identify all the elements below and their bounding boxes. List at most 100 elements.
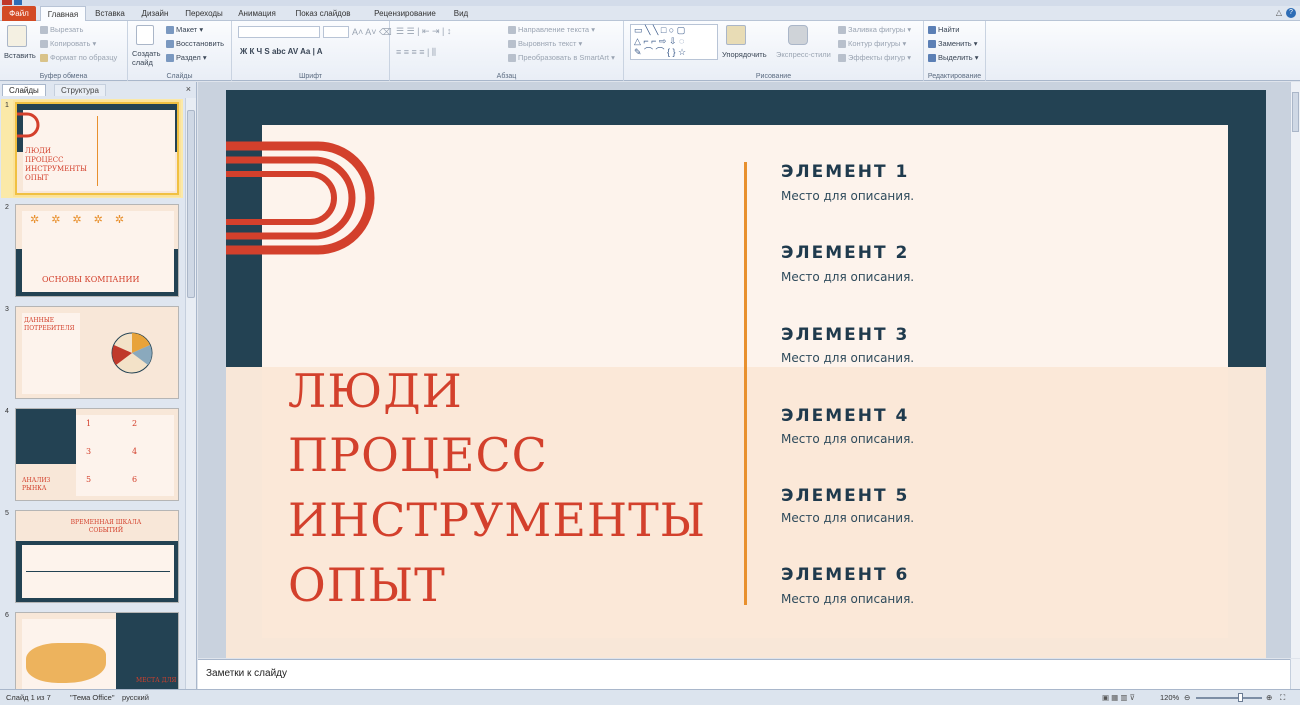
cut-button[interactable]: Вырезать	[40, 25, 83, 35]
quick-styles-button[interactable]: Экспресс-стили	[776, 50, 831, 59]
slide-divider-line	[744, 162, 747, 605]
thumb-num: 5	[86, 475, 92, 484]
item-1-desc[interactable]: Место для описания.	[781, 189, 914, 203]
notes-scrollbar[interactable]	[1290, 659, 1300, 689]
slide-thumbnail-3[interactable]: ДАННЫЕ ПОТРЕБИТЕЛЯ	[15, 306, 179, 399]
section-button[interactable]: Раздел ▾	[166, 53, 207, 63]
list-icons[interactable]: ☰ ☰ | ⇤ ⇥ | ↕	[396, 26, 451, 37]
brush-icon	[40, 54, 48, 63]
format-painter-button[interactable]: Формат по образцу	[40, 53, 117, 63]
tab-slides[interactable]: Слайды	[2, 84, 46, 96]
select-button[interactable]: Выделить ▾	[928, 53, 978, 63]
close-icon[interactable]: ×	[186, 84, 191, 94]
save-icon[interactable]	[14, 0, 22, 5]
binoculars-icon	[928, 26, 936, 35]
scrollbar-thumb[interactable]	[187, 110, 195, 298]
zoom-slider-knob[interactable]	[1238, 693, 1243, 702]
scrollbar-thumb[interactable]	[1292, 92, 1299, 132]
cursor-icon	[928, 54, 936, 63]
slide-position: Слайд 1 из 7	[6, 693, 51, 702]
group-paragraph: ☰ ☰ | ⇤ ⇥ | ↕ Направление текста ▾ ≡ ≡ ≡…	[390, 21, 624, 81]
notes-pane[interactable]: Заметки к слайду	[198, 659, 1290, 689]
tab-insert[interactable]: Вставка	[90, 6, 130, 21]
tab-slideshow[interactable]: Показ слайдов	[288, 6, 358, 21]
main-scrollbar[interactable]	[1290, 82, 1300, 658]
zoom-in-icon[interactable]: ⊕	[1266, 693, 1272, 702]
align-text-button[interactable]: Выровнять текст ▾	[508, 39, 582, 49]
quick-styles-icon[interactable]	[788, 25, 808, 45]
view-buttons-icon[interactable]: ▣ ▦ ▥ ⊽	[1102, 693, 1135, 702]
slide-thumbnail-4[interactable]: АНАЛИЗ РЫНКА 1 2 3 4 5 6	[15, 408, 179, 501]
paste-button[interactable]: Вставить	[4, 51, 36, 60]
item-2-desc[interactable]: Место для описания.	[781, 270, 914, 284]
theme-name[interactable]: "Тема Office"	[70, 693, 115, 702]
help-icon[interactable]: ?	[1286, 8, 1296, 18]
new-slide-icon[interactable]	[136, 25, 154, 45]
tab-file[interactable]: Файл	[2, 6, 36, 21]
slide-title-line-4[interactable]: ОПЫТ	[288, 558, 446, 612]
thumb-line: ПРОЦЕСС	[25, 156, 64, 164]
notes-placeholder[interactable]: Заметки к слайду	[206, 668, 287, 679]
slide-thumbnail-1[interactable]: ЛЮДИ ПРОЦЕСС ИНСТРУМЕНТЫ ОПЫТ	[15, 102, 179, 195]
shapes-gallery[interactable]: ▭ ╲ ╲ □ ○ ▢ △ ⌐ ⌐ ⇨ ⇩ ◌ ✎ ⌒ ⌒ { } ☆	[630, 24, 718, 60]
item-4-title[interactable]: ЭЛЕМЕНТ 4	[781, 406, 909, 426]
arrange-button[interactable]: Упорядочить	[722, 50, 767, 59]
align-icons[interactable]: ≡ ≡ ≡ ≡ | ⫼	[396, 47, 436, 58]
item-3-desc[interactable]: Место для описания.	[781, 351, 914, 365]
layout-icon	[166, 26, 174, 35]
slide-thumbnail-2[interactable]: ✲✲✲✲✲ ОСНОВЫ КОМПАНИИ	[15, 204, 179, 297]
tab-home[interactable]: Главная	[40, 6, 86, 22]
item-6-title[interactable]: ЭЛЕМЕНТ 6	[781, 565, 909, 585]
layout-button[interactable]: Макет ▾	[166, 25, 203, 35]
item-3-title[interactable]: ЭЛЕМЕНТ 3	[781, 325, 909, 345]
group-slides: Создать слайд Макет ▾ Восстановить Разде…	[128, 21, 232, 81]
copy-button[interactable]: Копировать ▾	[40, 39, 96, 49]
arrange-icon[interactable]	[726, 25, 746, 45]
slide-thumbnail-5[interactable]: ВРЕМЕННАЯ ШКАЛА СОБЫТИЙ	[15, 510, 179, 603]
item-5-desc[interactable]: Место для описания.	[781, 511, 914, 525]
shape-effects-button[interactable]: Эффекты фигур ▾	[838, 53, 911, 63]
paste-icon[interactable]	[7, 25, 27, 47]
thumbnail-number: 1	[5, 102, 9, 109]
item-6-desc[interactable]: Место для описания.	[781, 592, 914, 606]
replace-icon	[928, 40, 936, 49]
item-5-title[interactable]: ЭЛЕМЕНТ 5	[781, 486, 909, 506]
shape-outline-button[interactable]: Контур фигуры ▾	[838, 39, 906, 49]
zoom-level[interactable]: 120%	[1160, 693, 1179, 702]
item-1-title[interactable]: ЭЛЕМЕНТ 1	[781, 162, 909, 182]
tab-animation[interactable]: Анимация	[232, 6, 282, 21]
outline-icon	[838, 40, 846, 49]
find-button[interactable]: Найти	[928, 25, 959, 35]
slide-title-line-2[interactable]: ПРОЦЕСС	[288, 428, 548, 482]
tab-view[interactable]: Вид	[450, 6, 472, 21]
tab-design[interactable]: Дизайн	[136, 6, 174, 21]
fit-window-icon[interactable]: ⛶	[1280, 693, 1285, 703]
slide-title-line-1[interactable]: ЛЮДИ	[288, 364, 463, 418]
font-format-icons[interactable]: Ж К Ч S abc AV Aa | A	[240, 47, 323, 56]
zoom-slider[interactable]	[1196, 697, 1262, 699]
tab-transitions[interactable]: Переходы	[180, 6, 228, 21]
tab-outline[interactable]: Структура	[54, 84, 106, 96]
current-slide[interactable]: ЛЮДИ ПРОЦЕСС ИНСТРУМЕНТЫ ОПЫТ ЭЛЕМЕНТ 1 …	[226, 90, 1266, 658]
smartart-button[interactable]: Преобразовать в SmartArt ▾	[508, 53, 615, 63]
thumb-line: ИНСТРУМЕНТЫ	[25, 165, 87, 173]
thumbnail-scrollbar[interactable]	[185, 98, 196, 689]
font-grow-icon[interactable]: A˄ A˅ ⌫	[352, 27, 392, 38]
ribbon-minimize-icon[interactable]: △	[1276, 8, 1282, 17]
language[interactable]: русский	[122, 693, 149, 702]
font-family-select[interactable]	[238, 26, 320, 38]
text-direction-button[interactable]: Направление текста ▾	[508, 25, 595, 35]
shape-outline-label: Контур фигуры	[848, 39, 901, 48]
replace-button[interactable]: Заменить ▾	[928, 39, 978, 49]
zoom-out-icon[interactable]: ⊖	[1184, 693, 1190, 702]
group-font: A˄ A˅ ⌫ Ж К Ч S abc AV Aa | A Шрифт	[232, 21, 392, 81]
new-slide-button[interactable]: Создать слайд	[132, 49, 161, 67]
item-2-title[interactable]: ЭЛЕМЕНТ 2	[781, 243, 909, 263]
shape-fill-button[interactable]: Заливка фигуры ▾	[838, 25, 911, 35]
tab-review[interactable]: Рецензирование	[364, 6, 446, 21]
item-4-desc[interactable]: Место для описания.	[781, 432, 914, 446]
font-size-select[interactable]	[323, 26, 349, 38]
reset-button[interactable]: Восстановить	[166, 39, 224, 49]
slide-thumbnail-6[interactable]: МЕСТА ДЛЯ	[15, 612, 179, 689]
slide-title-line-3[interactable]: ИНСТРУМЕНТЫ	[288, 493, 706, 547]
